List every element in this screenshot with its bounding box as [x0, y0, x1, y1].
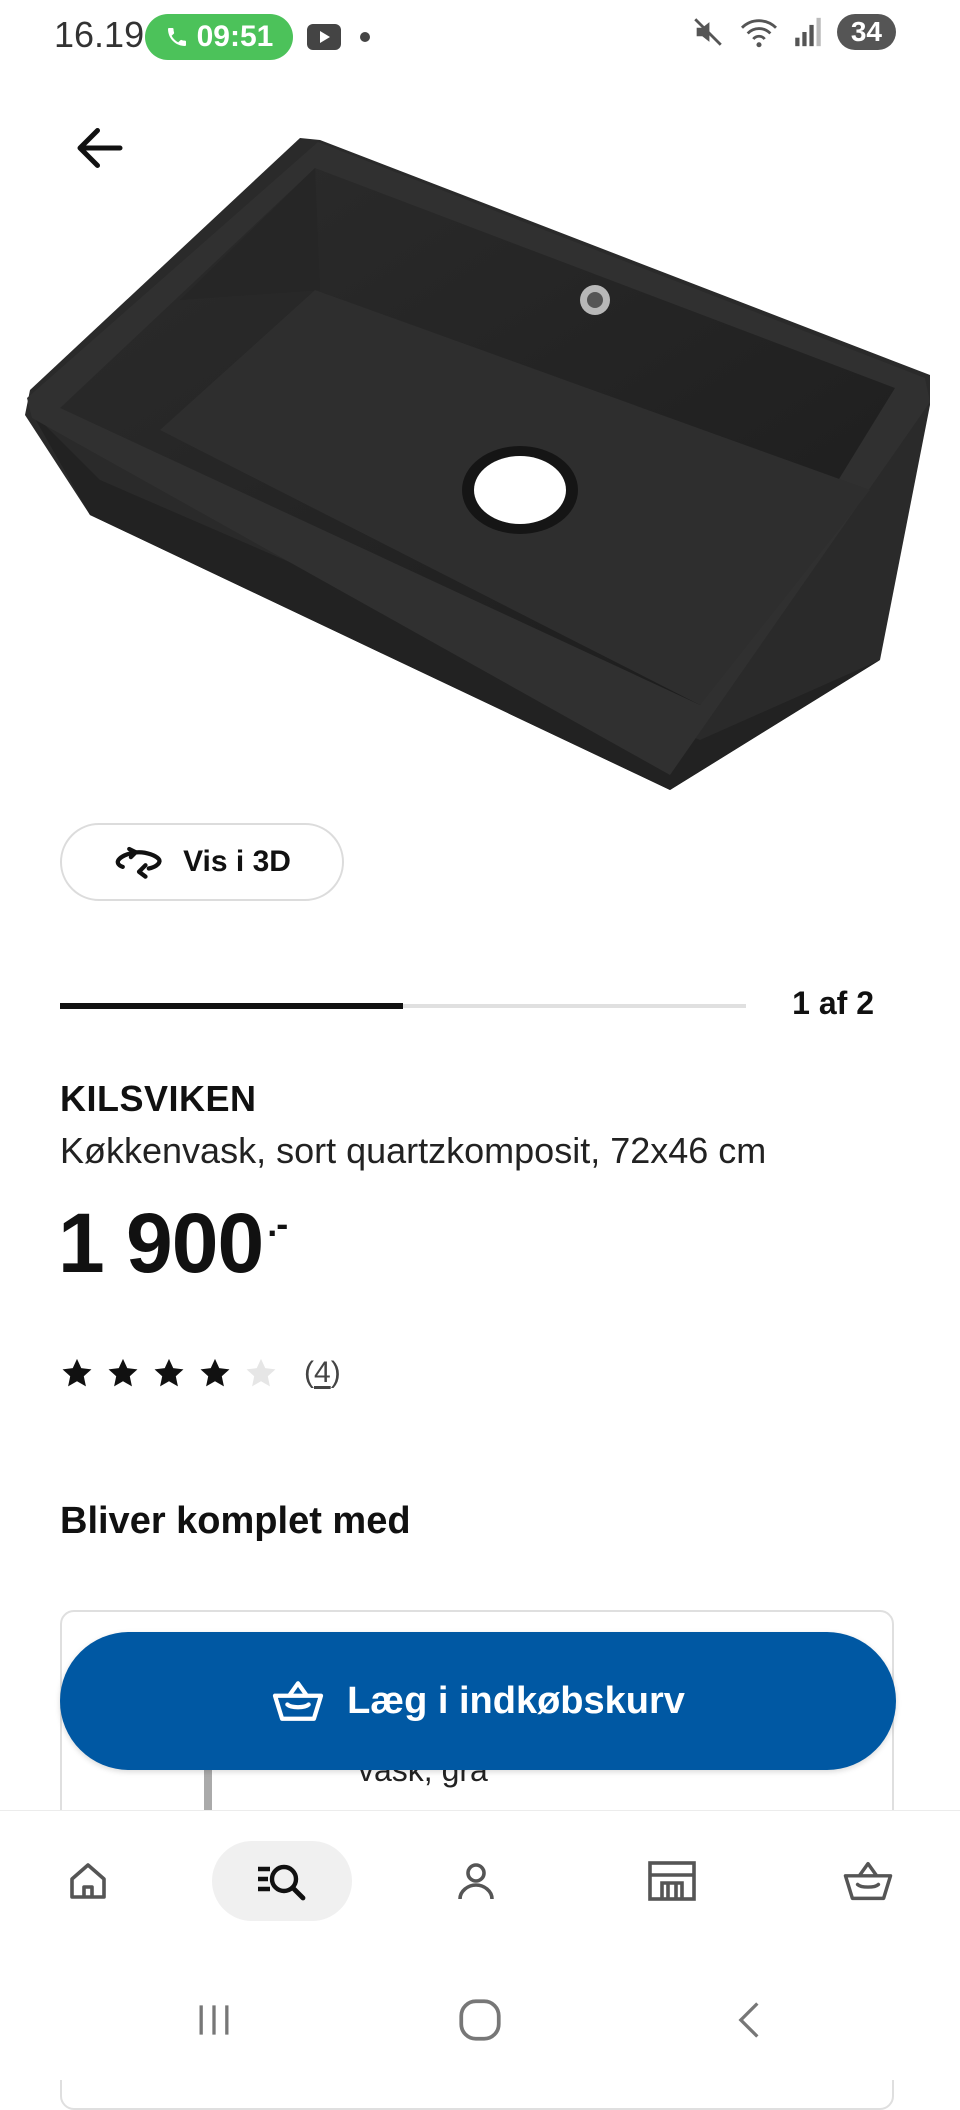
- add-to-basket-label: Læg i indkøbskurv: [347, 1679, 685, 1722]
- product-rating[interactable]: (4): [60, 1356, 341, 1390]
- store-icon: [648, 1861, 696, 1901]
- product-description: Køkkenvask, sort quartzkomposit, 72x46 c…: [60, 1130, 767, 1171]
- nav-home[interactable]: [48, 1841, 128, 1921]
- product-image[interactable]: [0, 120, 960, 810]
- star-filled-icon: [154, 1358, 184, 1387]
- nav-profile[interactable]: [436, 1841, 516, 1921]
- recents-button[interactable]: [184, 1990, 244, 2050]
- bottom-navigation: [0, 1810, 960, 1951]
- star-empty-icon: [246, 1358, 276, 1387]
- system-navigation: [0, 1950, 960, 2080]
- home-circle-icon: [459, 1999, 501, 2041]
- home-icon: [70, 1863, 106, 1899]
- view-3d-button[interactable]: Vis i 3D: [60, 823, 344, 901]
- call-timer: 09:51: [196, 20, 274, 53]
- nav-store[interactable]: [632, 1841, 712, 1921]
- rotate-3d-icon: [115, 846, 162, 879]
- gallery-progress: [60, 1003, 746, 1009]
- call-indicator[interactable]: 09:51: [145, 14, 293, 60]
- recents-icon: [199, 2005, 229, 2035]
- phone-icon: [167, 28, 186, 46]
- view-3d-label: Vis i 3D: [183, 845, 291, 878]
- youtube-notification-icon: [307, 24, 341, 50]
- signal-icon: [795, 17, 821, 47]
- arrow-left-icon: [77, 128, 123, 168]
- basket-icon: [272, 1681, 324, 1721]
- star-filled-icon: [108, 1358, 138, 1387]
- add-to-basket-button[interactable]: Læg i indkøbskurv: [60, 1632, 896, 1770]
- price-value: 1 900: [58, 1196, 264, 1290]
- battery-level: 34: [836, 14, 896, 50]
- status-right: 34: [691, 14, 896, 50]
- nav-search[interactable]: [242, 1841, 322, 1921]
- chevron-left-icon: [738, 2002, 759, 2038]
- product-thumbnail: [204, 1770, 212, 1810]
- gallery-pager: 1 af 2: [792, 985, 874, 1021]
- star-filled-icon: [200, 1358, 230, 1387]
- review-count-value: 4: [314, 1356, 331, 1389]
- search-list-icon: [258, 1864, 306, 1901]
- profile-icon: [458, 1863, 494, 1900]
- star-filled-icon: [62, 1358, 92, 1387]
- review-count[interactable]: (4): [304, 1356, 341, 1390]
- wifi-icon: [740, 19, 777, 48]
- product-price: 1 900 .-: [58, 1195, 288, 1292]
- basket-nav-icon: [843, 1861, 893, 1901]
- system-back-button[interactable]: [720, 1990, 780, 2050]
- home-button[interactable]: [450, 1990, 510, 2050]
- complete-with-title: Bliver komplet med: [60, 1500, 411, 1542]
- more-notifications-dot: [360, 32, 370, 42]
- mute-icon: [694, 18, 722, 46]
- back-button[interactable]: [70, 118, 130, 178]
- price-suffix: .-: [267, 1203, 288, 1244]
- product-brand: KILSVIKEN: [60, 1078, 257, 1119]
- status-time: 16.19: [54, 14, 145, 55]
- nav-basket[interactable]: [828, 1841, 908, 1921]
- gallery-progress-fill: [60, 1003, 403, 1009]
